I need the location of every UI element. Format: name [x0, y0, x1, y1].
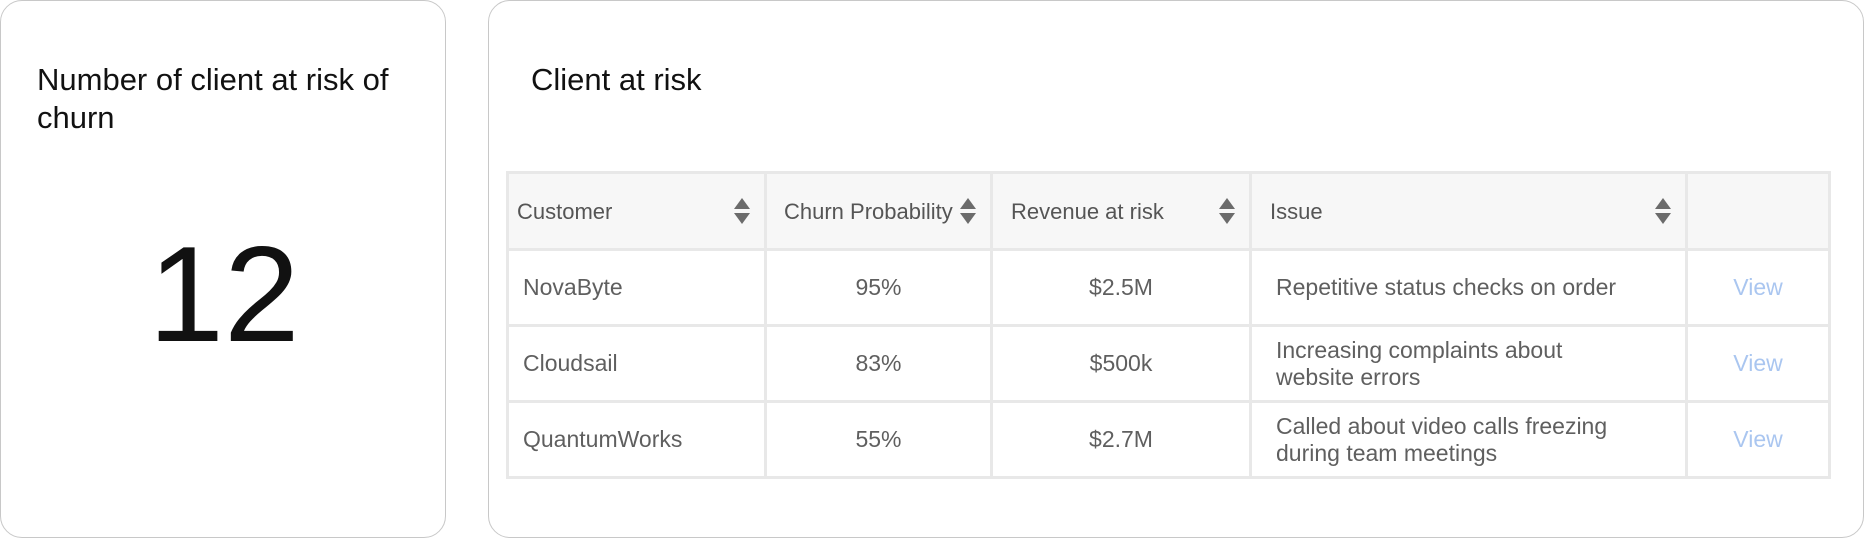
view-link[interactable]: View — [1733, 274, 1782, 300]
column-header-label: Churn Probability — [784, 198, 953, 224]
churn-probability-cell: 55% — [764, 400, 993, 479]
sort-icon[interactable] — [960, 198, 976, 224]
view-link[interactable]: View — [1733, 350, 1782, 376]
table-title: Client at risk — [531, 62, 702, 97]
revenue-at-risk-cell: $2.7M — [990, 400, 1252, 479]
sort-icon[interactable] — [734, 198, 750, 224]
issue-cell: Called about video calls freezing during… — [1249, 400, 1688, 479]
column-header-issue[interactable]: Issue — [1249, 171, 1688, 251]
column-header-customer[interactable]: Customer — [506, 171, 767, 251]
customer-cell: NovaByte — [506, 248, 767, 327]
table-row: Cloudsail 83% $500k Increasing complaint… — [506, 324, 1831, 403]
table-header-row: Customer Churn Probability Revenue at ri… — [506, 171, 1831, 251]
customer-cell: QuantumWorks — [506, 400, 767, 479]
issue-cell: Increasing complaints about website erro… — [1249, 324, 1688, 403]
customer-cell: Cloudsail — [506, 324, 767, 403]
revenue-at-risk-cell: $500k — [990, 324, 1252, 403]
column-header-label: Revenue at risk — [1011, 198, 1164, 224]
clients-table: Customer Churn Probability Revenue at ri… — [506, 171, 1831, 479]
view-link[interactable]: View — [1733, 426, 1782, 452]
action-cell: View — [1685, 400, 1831, 479]
issue-cell: Repetitive status checks on order — [1249, 248, 1688, 327]
table-row: NovaByte 95% $2.5M Repetitive status che… — [506, 248, 1831, 327]
kpi-value: 12 — [148, 218, 300, 370]
churn-probability-cell: 95% — [764, 248, 993, 327]
revenue-at-risk-cell: $2.5M — [990, 248, 1252, 327]
column-header-label: Customer — [517, 198, 613, 224]
sort-icon[interactable] — [1655, 198, 1671, 224]
clients-at-risk-card: Client at risk Customer Churn Probabilit… — [488, 0, 1864, 538]
table-row: QuantumWorks 55% $2.7M Called about vide… — [506, 400, 1831, 479]
column-header-action — [1685, 171, 1831, 251]
column-header-label: Issue — [1270, 198, 1323, 224]
clients-table-container: Customer Churn Probability Revenue at ri… — [506, 171, 1831, 479]
column-header-revenue-at-risk[interactable]: Revenue at risk — [990, 171, 1252, 251]
kpi-card: Number of client at risk of churn 12 — [0, 0, 446, 538]
action-cell: View — [1685, 248, 1831, 327]
action-cell: View — [1685, 324, 1831, 403]
sort-icon[interactable] — [1219, 198, 1235, 224]
kpi-title: Number of client at risk of churn — [37, 62, 389, 135]
churn-probability-cell: 83% — [764, 324, 993, 403]
column-header-churn-probability[interactable]: Churn Probability — [764, 171, 993, 251]
